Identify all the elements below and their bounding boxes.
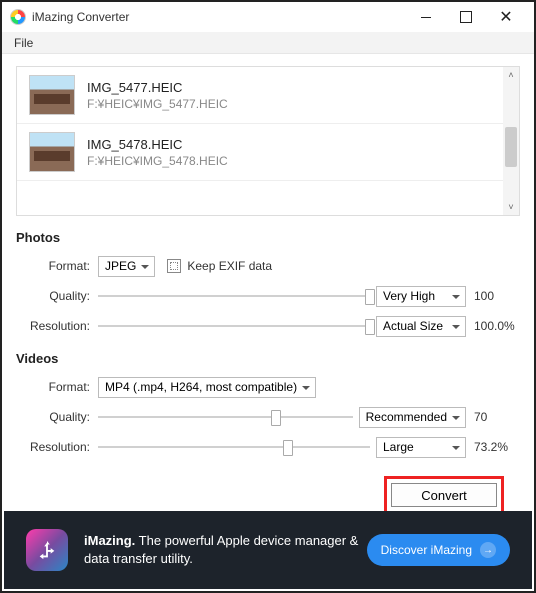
menu-bar: File: [2, 32, 534, 54]
file-list-scrollbar[interactable]: ˄ ˅: [503, 67, 519, 215]
maximize-button[interactable]: [446, 3, 486, 31]
photos-quality-dropdown[interactable]: Very High: [376, 286, 466, 307]
convert-button[interactable]: Convert: [391, 483, 497, 507]
file-name: IMG_5478.HEIC: [87, 137, 228, 152]
footer-text: iMazing. The powerful Apple device manag…: [84, 532, 367, 568]
file-name: IMG_5477.HEIC: [87, 80, 228, 95]
photos-resolution-dropdown[interactable]: Actual Size: [376, 316, 466, 337]
file-list: IMG_5477.HEIC F:¥HEIC¥IMG_5477.HEIC IMG_…: [16, 66, 520, 216]
file-list-item[interactable]: IMG_5478.HEIC F:¥HEIC¥IMG_5478.HEIC: [17, 124, 519, 181]
imazing-logo-icon: [26, 529, 68, 571]
app-icon: [10, 9, 26, 25]
file-thumbnail: [29, 132, 75, 172]
file-path: F:¥HEIC¥IMG_5477.HEIC: [87, 97, 228, 111]
usb-icon: [36, 539, 58, 561]
keep-exif-checkbox[interactable]: Keep EXIF data: [167, 259, 272, 273]
file-path: F:¥HEIC¥IMG_5478.HEIC: [87, 154, 228, 168]
minimize-button[interactable]: [406, 3, 446, 31]
photos-format-dropdown[interactable]: JPEG: [98, 256, 155, 277]
file-list-item[interactable]: IMG_5477.HEIC F:¥HEIC¥IMG_5477.HEIC: [17, 67, 519, 124]
close-button[interactable]: ✕: [486, 3, 526, 31]
discover-imazing-button[interactable]: Discover iMazing →: [367, 534, 510, 566]
photos-format-label: Format:: [16, 259, 98, 273]
photos-quality-label: Quality:: [16, 289, 98, 303]
photos-resolution-slider[interactable]: [98, 317, 370, 335]
videos-quality-value: 70: [466, 410, 520, 424]
convert-highlight: Convert: [384, 476, 504, 514]
file-thumbnail: [29, 75, 75, 115]
photos-quality-value: 100: [466, 289, 520, 303]
photos-quality-slider[interactable]: [98, 287, 370, 305]
videos-resolution-dropdown[interactable]: Large: [376, 437, 466, 458]
menu-file[interactable]: File: [8, 34, 39, 52]
footer-brand: iMazing.: [84, 533, 135, 548]
keep-exif-label: Keep EXIF data: [187, 259, 272, 273]
videos-quality-slider[interactable]: [98, 408, 353, 426]
footer-banner: iMazing. The powerful Apple device manag…: [4, 511, 532, 589]
videos-resolution-slider[interactable]: [98, 438, 370, 456]
videos-format-dropdown[interactable]: MP4 (.mp4, H264, most compatible): [98, 377, 316, 398]
photos-resolution-value: 100.0%: [466, 319, 520, 333]
checkbox-icon: [167, 259, 181, 273]
videos-heading: Videos: [16, 351, 520, 366]
title-bar: iMazing Converter ✕: [2, 2, 534, 32]
videos-resolution-value: 73.2%: [466, 440, 520, 454]
scroll-down-icon[interactable]: ˅: [503, 199, 519, 215]
scroll-up-icon[interactable]: ˄: [503, 67, 519, 83]
videos-format-label: Format:: [16, 380, 98, 394]
videos-resolution-label: Resolution:: [16, 440, 98, 454]
videos-quality-label: Quality:: [16, 410, 98, 424]
photos-resolution-label: Resolution:: [16, 319, 98, 333]
scroll-thumb[interactable]: [505, 127, 517, 167]
photos-heading: Photos: [16, 230, 520, 245]
window-title: iMazing Converter: [32, 10, 406, 24]
videos-quality-dropdown[interactable]: Recommended: [359, 407, 466, 428]
arrow-right-icon: →: [480, 542, 496, 558]
